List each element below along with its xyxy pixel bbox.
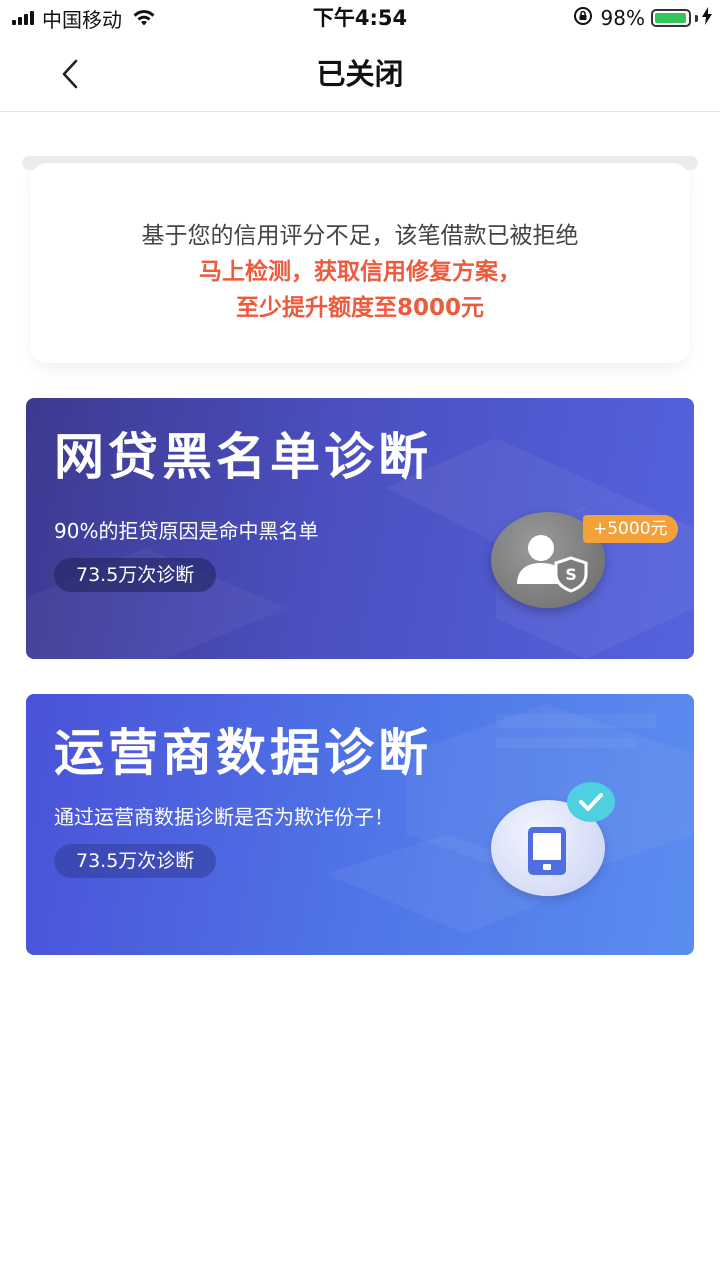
battery-percent: 98% — [600, 6, 645, 30]
repair-prompt: 马上检测，获取信用修复方案， — [199, 259, 521, 285]
status-right: 98% — [573, 4, 712, 32]
diagnosis-count-pill: 73.5万次诊断 — [54, 844, 217, 878]
screen: 中国移动 下午4:54 98% 已关闭 基于您的信用评分不足，该笔借款已被拒绝 … — [0, 0, 720, 1280]
banner-subtitle: 通过运营商数据诊断是否为欺诈份子！ — [54, 805, 394, 829]
limit-prompt: 至少提升额度至8000元 — [235, 295, 484, 321]
page-title: 已关闭 — [316, 57, 404, 91]
banner-subtitle: 90%的拒贷原因是命中黑名单 — [54, 519, 319, 543]
notice-card: 基于您的信用评分不足，该笔借款已被拒绝 马上检测，获取信用修复方案， 至少提升额… — [31, 163, 689, 363]
blacklist-diagnosis-banner[interactable]: 网贷黑名单诊断 90%的拒贷原因是命中黑名单 73.5万次诊断 S +5000元 — [26, 398, 694, 659]
banner-title: 网贷黑名单诊断 — [54, 428, 432, 486]
battery-tip — [695, 14, 698, 22]
diagnosis-count-pill: 73.5万次诊断 — [54, 558, 217, 592]
svg-text:S: S — [565, 565, 577, 584]
reward-badge: +5000元 — [583, 515, 678, 543]
rejection-message: 基于您的信用评分不足，该笔借款已被拒绝 — [141, 223, 579, 249]
battery-icon — [651, 9, 691, 27]
nav-bar: 已关闭 — [0, 36, 720, 112]
status-bar: 中国移动 下午4:54 98% — [0, 0, 720, 36]
rotation-lock-icon — [573, 6, 593, 31]
carrier-diagnosis-banner[interactable]: 运营商数据诊断 通过运营商数据诊断是否为欺诈份子！ 73.5万次诊断 — [26, 694, 694, 955]
battery-fill — [655, 13, 686, 23]
banner-title: 运营商数据诊断 — [54, 724, 432, 782]
check-icon — [567, 782, 615, 822]
charging-icon — [702, 6, 712, 30]
